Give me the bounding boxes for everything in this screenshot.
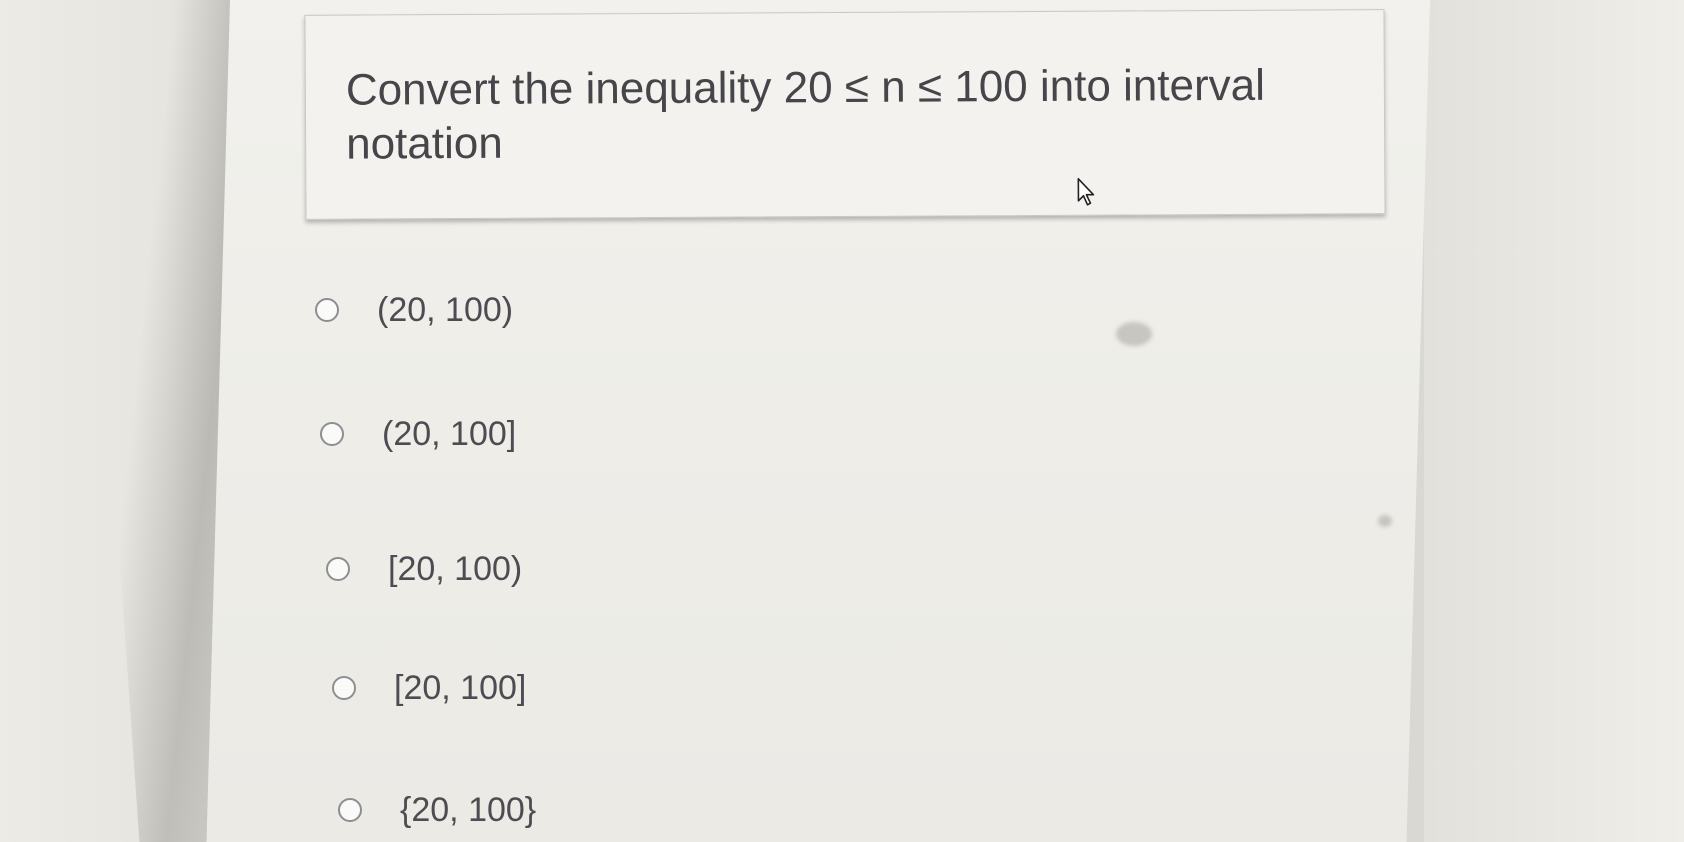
screen-smudge	[1116, 322, 1152, 346]
answer-option-1[interactable]: (20, 100)	[315, 285, 513, 335]
radio-button-icon[interactable]	[338, 798, 362, 822]
radio-button-icon[interactable]	[315, 298, 339, 322]
radio-button-icon[interactable]	[326, 557, 350, 581]
mouse-pointer-icon	[1076, 177, 1098, 207]
question-card: Convert the inequality 20 ≤ n ≤ 100 into…	[304, 9, 1386, 220]
option-label: [20, 100)	[388, 549, 523, 588]
option-label: [20, 100]	[394, 668, 527, 707]
screen-smudge	[1378, 515, 1392, 527]
answer-option-3[interactable]: [20, 100)	[326, 544, 522, 594]
answer-option-4[interactable]: [20, 100]	[332, 663, 526, 713]
answer-option-2[interactable]: (20, 100]	[320, 409, 516, 459]
option-label: (20, 100)	[377, 290, 514, 329]
option-label: (20, 100]	[382, 414, 517, 453]
right-background	[1424, 0, 1684, 842]
option-label: {20, 100}	[400, 790, 537, 829]
radio-button-icon[interactable]	[332, 676, 356, 700]
radio-button-icon[interactable]	[320, 422, 344, 446]
answer-option-5[interactable]: {20, 100}	[338, 785, 536, 835]
question-text: Convert the inequality 20 ≤ n ≤ 100 into…	[345, 60, 1266, 169]
